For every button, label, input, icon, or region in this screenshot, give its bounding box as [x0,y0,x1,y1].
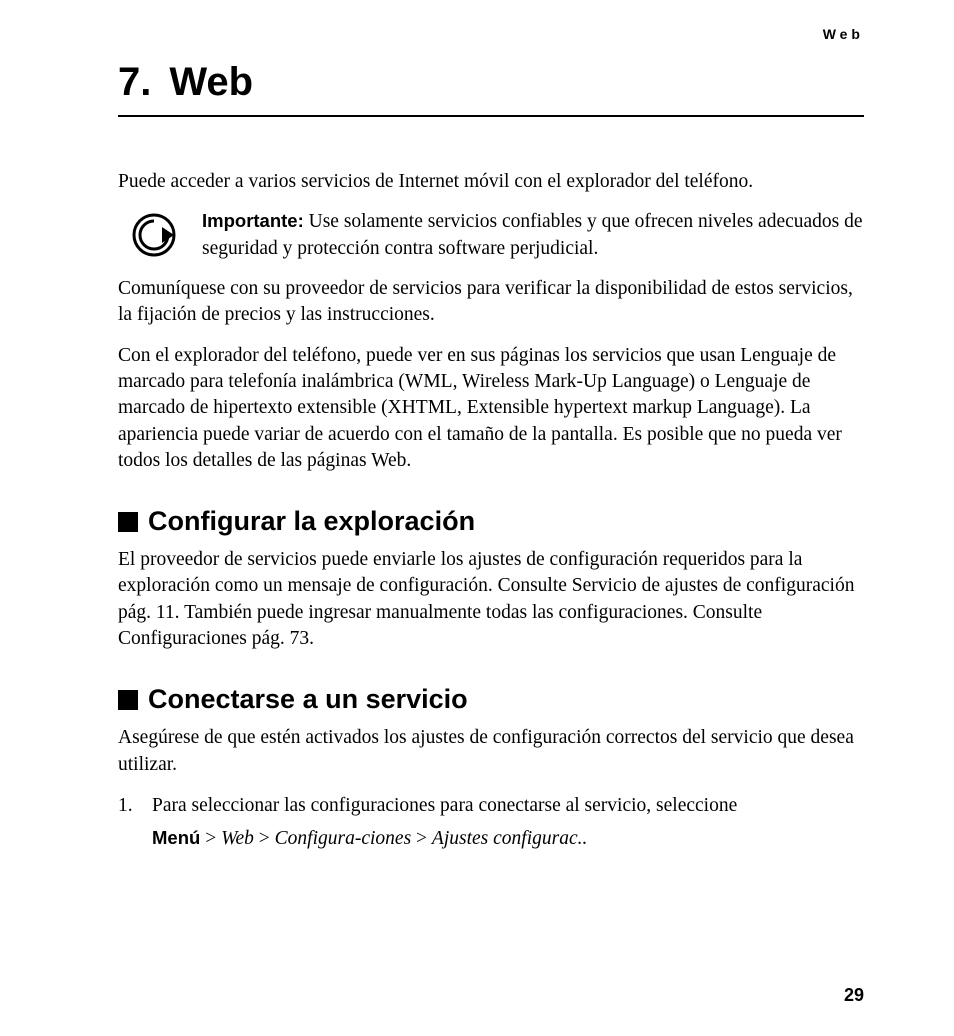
list-number: 1. [118,792,142,819]
paragraph-3: Con el explorador del teléfono, puede ve… [118,343,864,475]
menu-item-web: Web [221,828,254,849]
chapter-title: 7. Web [118,60,864,117]
important-text-block: Importante: Use solamente servicios conf… [202,209,864,262]
list-item-1: 1. Para seleccionar las configuraciones … [118,792,864,819]
menu-sep: > [411,828,432,849]
menu-sep: > [254,828,275,849]
page-number: 29 [844,985,864,1006]
menu-item-ajustes: Ajustes configurac.. [432,828,587,849]
section-2-heading: Conectarse a un servicio [118,684,864,715]
paragraph-2: Comuníquese con su proveedor de servicio… [118,276,864,329]
important-label: Importante: [202,210,304,231]
section-1-heading: Configurar la exploración [118,506,864,537]
important-icon [128,209,180,261]
section-1-body: El proveedor de servicios puede enviarle… [118,547,864,652]
menu-sep: > [200,828,221,849]
running-header: Web [118,26,864,42]
list-text: Para seleccionar las configuraciones par… [152,792,737,819]
section-1-title: Configurar la exploración [148,506,475,537]
section-2-title: Conectarse a un servicio [148,684,468,715]
square-bullet-icon [118,512,138,532]
section-2-body: Asegúrese de que estén activados los aju… [118,725,864,778]
menu-path: Menú > Web > Configura-ciones > Ajustes … [152,827,864,850]
intro-paragraph: Puede acceder a varios servicios de Inte… [118,169,864,195]
menu-item-config: Configura-ciones [275,828,412,849]
square-bullet-icon [118,690,138,710]
menu-item-menu: Menú [152,827,200,848]
document-page: Web 7. Web Puede acceder a varios servici… [0,0,954,1036]
important-callout: Importante: Use solamente servicios conf… [128,209,864,262]
chapter-name: Web [169,60,253,104]
chapter-number: 7. [118,60,151,104]
